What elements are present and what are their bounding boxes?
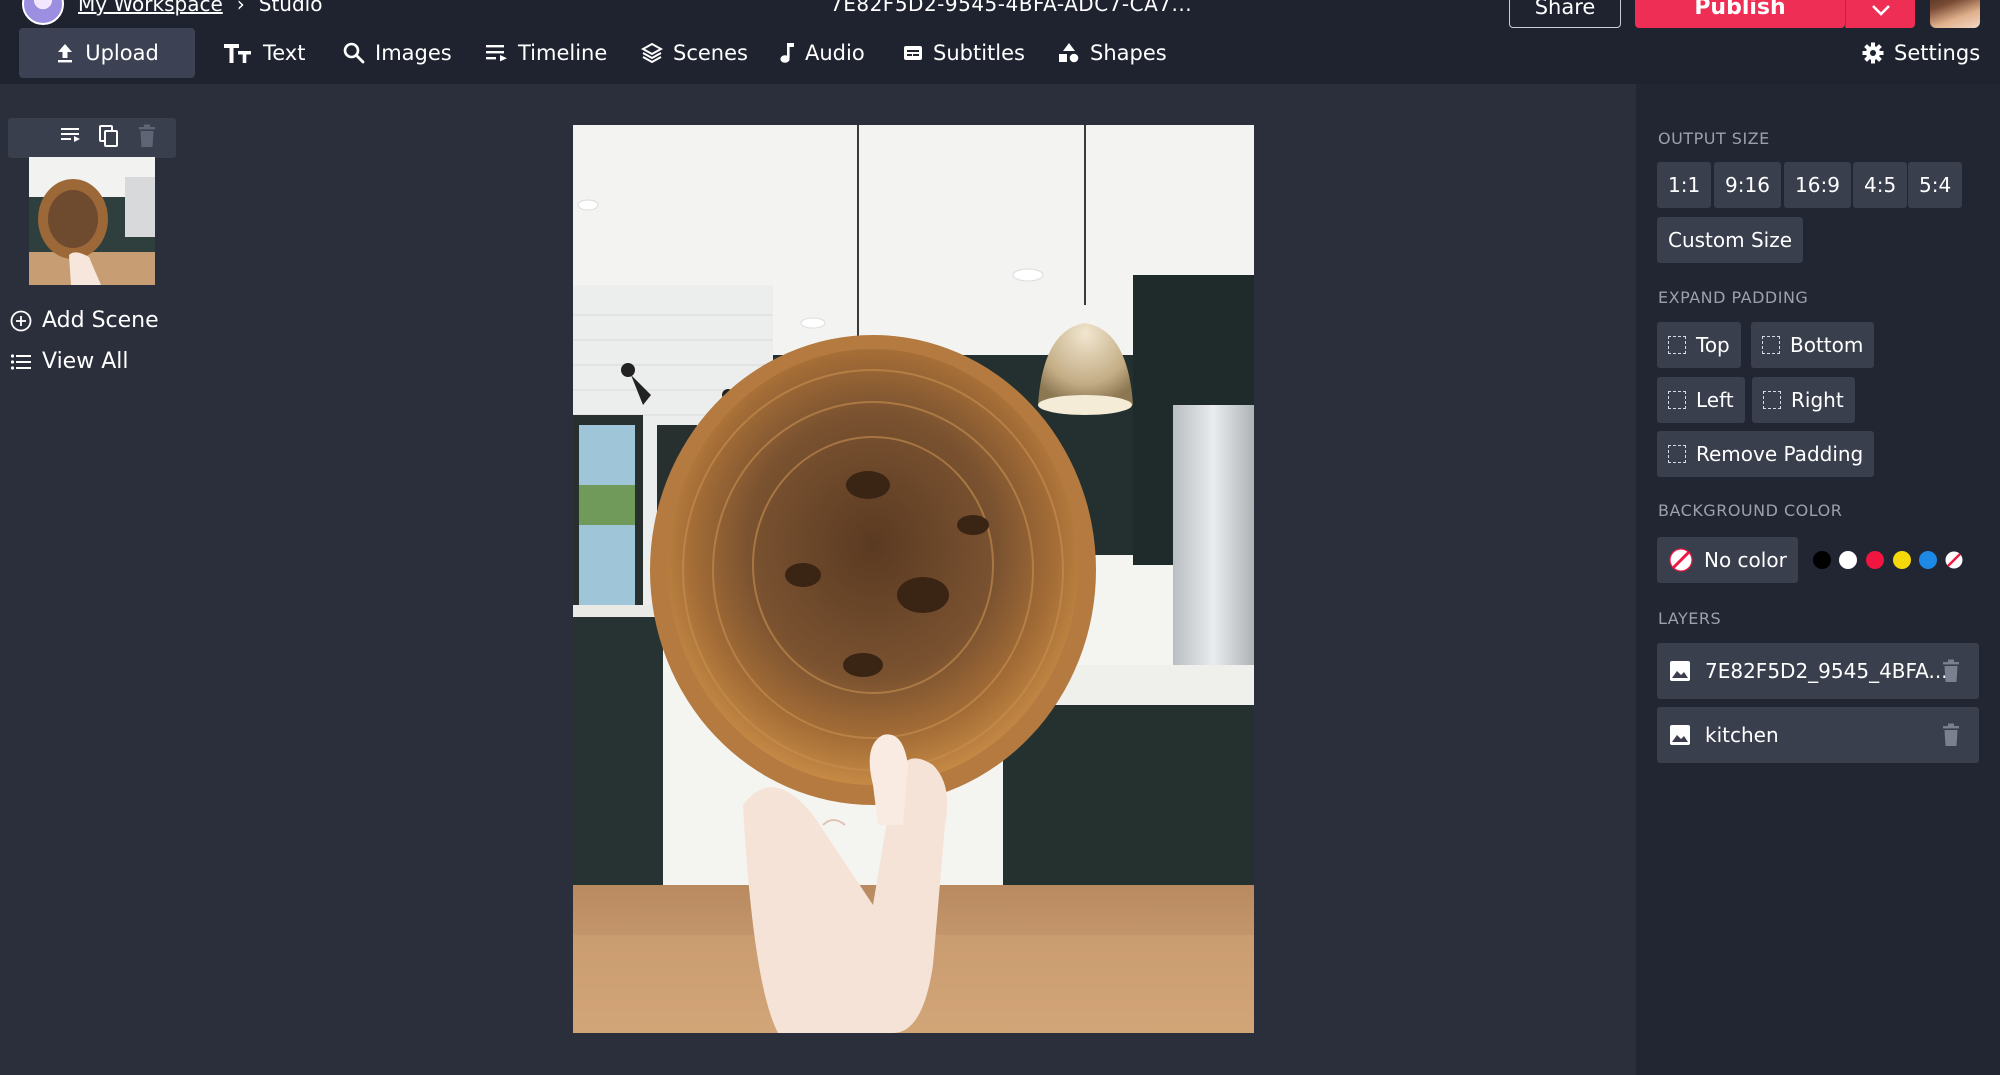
padding-right-button[interactable]: Right [1752, 377, 1855, 423]
list-icon [10, 353, 31, 370]
settings-button[interactable]: Settings [1862, 28, 1980, 78]
timeline-tool-label: Timeline [518, 41, 608, 65]
padding-box-icon [1668, 391, 1686, 409]
upload-label: Upload [85, 41, 159, 65]
padding-bottom-label: Bottom [1790, 333, 1864, 357]
add-scene-label: Add Scene [42, 308, 159, 333]
trash-icon[interactable] [136, 124, 158, 148]
audio-tool-button[interactable]: Audio [779, 28, 865, 78]
search-icon [343, 42, 365, 64]
scene-menu-icon[interactable] [60, 124, 82, 144]
subtitles-tool-button[interactable]: Subtitles [903, 28, 1025, 78]
layer-name: 7E82F5D2_9545_4BFA... [1705, 659, 1948, 683]
shapes-tool-button[interactable]: Shapes [1058, 28, 1167, 78]
padding-top-label: Top [1696, 333, 1730, 357]
shapes-icon [1059, 43, 1079, 63]
document-title[interactable]: 7E82F5D2-9545-4BFA-ADC7-CA7... [830, 0, 1192, 16]
size-4-5-button[interactable]: 4:5 [1853, 162, 1908, 208]
size-16-9-button[interactable]: 16:9 [1784, 162, 1851, 208]
view-all-label: View All [42, 349, 129, 374]
swatch-red[interactable] [1866, 551, 1884, 569]
swatch-yellow[interactable] [1893, 551, 1911, 569]
remove-padding-button[interactable]: Remove Padding [1657, 431, 1875, 477]
add-scene-button[interactable]: Add Scene [10, 308, 159, 333]
images-tool-button[interactable]: Images [343, 28, 452, 78]
share-button[interactable]: Share [1509, 0, 1621, 28]
audio-tool-label: Audio [805, 41, 865, 65]
upload-icon [58, 44, 73, 63]
music-note-icon [780, 43, 794, 63]
scene-thumbnail[interactable] [29, 157, 155, 285]
no-color-button[interactable]: No color [1657, 537, 1798, 583]
text-tool-button[interactable]: Text [223, 28, 305, 78]
layers-icon [641, 42, 663, 64]
no-color-icon [1669, 548, 1693, 572]
publish-button[interactable]: Publish [1635, 0, 1845, 28]
view-all-button[interactable]: View All [10, 349, 128, 374]
no-color-label: No color [1704, 548, 1787, 572]
breadcrumb: My Workspace › Studio [22, 0, 323, 25]
padding-left-button[interactable]: Left [1657, 377, 1745, 423]
swatch-transparent[interactable] [1945, 551, 1963, 569]
shapes-tool-label: Shapes [1090, 41, 1167, 65]
add-circle-icon [10, 310, 32, 331]
padding-box-icon [1763, 391, 1781, 409]
upload-button[interactable]: Upload [19, 28, 195, 78]
size-1-1-button[interactable]: 1:1 [1657, 162, 1712, 208]
size-9-16-button[interactable]: 9:16 [1714, 162, 1781, 208]
expand-padding-heading: EXPAND PADDING [1658, 288, 1809, 307]
layer-name: kitchen [1705, 723, 1779, 747]
settings-label: Settings [1894, 41, 1981, 65]
remove-padding-label: Remove Padding [1696, 442, 1864, 466]
main-toolbar: Upload Text Images Timeline Scenes Audio… [0, 28, 2000, 84]
size-5-4-button[interactable]: 5:4 [1908, 162, 1963, 208]
canvas-image[interactable] [573, 125, 1254, 1033]
padding-box-icon [1668, 336, 1686, 354]
text-tool-label: Text [263, 41, 306, 65]
images-tool-label: Images [375, 41, 452, 65]
user-avatar[interactable] [1930, 0, 1980, 28]
layers-heading: LAYERS [1658, 609, 1722, 628]
timeline-tool-button[interactable]: Timeline [486, 28, 607, 78]
workspace-link[interactable]: My Workspace [78, 0, 223, 16]
background-color-heading: BACKGROUND COLOR [1658, 501, 1843, 520]
image-icon [1670, 661, 1690, 681]
text-icon [224, 44, 251, 63]
editor-canvas[interactable] [573, 125, 1254, 1033]
image-icon [1670, 725, 1690, 745]
layer-item[interactable]: kitchen [1657, 707, 1979, 763]
publish-options-button[interactable] [1845, 0, 1915, 28]
subtitles-icon [904, 46, 922, 60]
publish-label: Publish [1694, 0, 1786, 20]
subtitles-tool-label: Subtitles [933, 41, 1025, 65]
padding-bottom-button[interactable]: Bottom [1751, 322, 1875, 368]
breadcrumb-current: Studio [258, 0, 323, 16]
layer-item[interactable]: 7E82F5D2_9545_4BFA... [1657, 643, 1979, 699]
breadcrumb-separator: › [236, 0, 245, 16]
duplicate-icon[interactable] [98, 124, 120, 148]
padding-box-icon [1668, 445, 1686, 463]
output-size-heading: OUTPUT SIZE [1658, 129, 1770, 148]
scene-thumbnail-image [29, 157, 155, 285]
timeline-icon [486, 45, 507, 62]
custom-size-button[interactable]: Custom Size [1657, 217, 1804, 263]
swatch-white[interactable] [1839, 551, 1857, 569]
scenes-tool-label: Scenes [673, 41, 748, 65]
padding-right-label: Right [1791, 388, 1844, 412]
padding-left-label: Left [1696, 388, 1734, 412]
delete-layer-icon[interactable] [1941, 723, 1961, 747]
chevron-down-icon [1871, 5, 1890, 16]
scene-actions [60, 124, 158, 148]
delete-layer-icon[interactable] [1941, 659, 1961, 683]
scenes-tool-button[interactable]: Scenes [641, 28, 748, 78]
workspace-avatar[interactable] [22, 0, 64, 25]
swatch-blue[interactable] [1919, 551, 1937, 569]
swatch-black[interactable] [1813, 551, 1831, 569]
gear-icon [1862, 42, 1884, 64]
padding-box-icon [1762, 336, 1780, 354]
padding-top-button[interactable]: Top [1657, 322, 1741, 368]
